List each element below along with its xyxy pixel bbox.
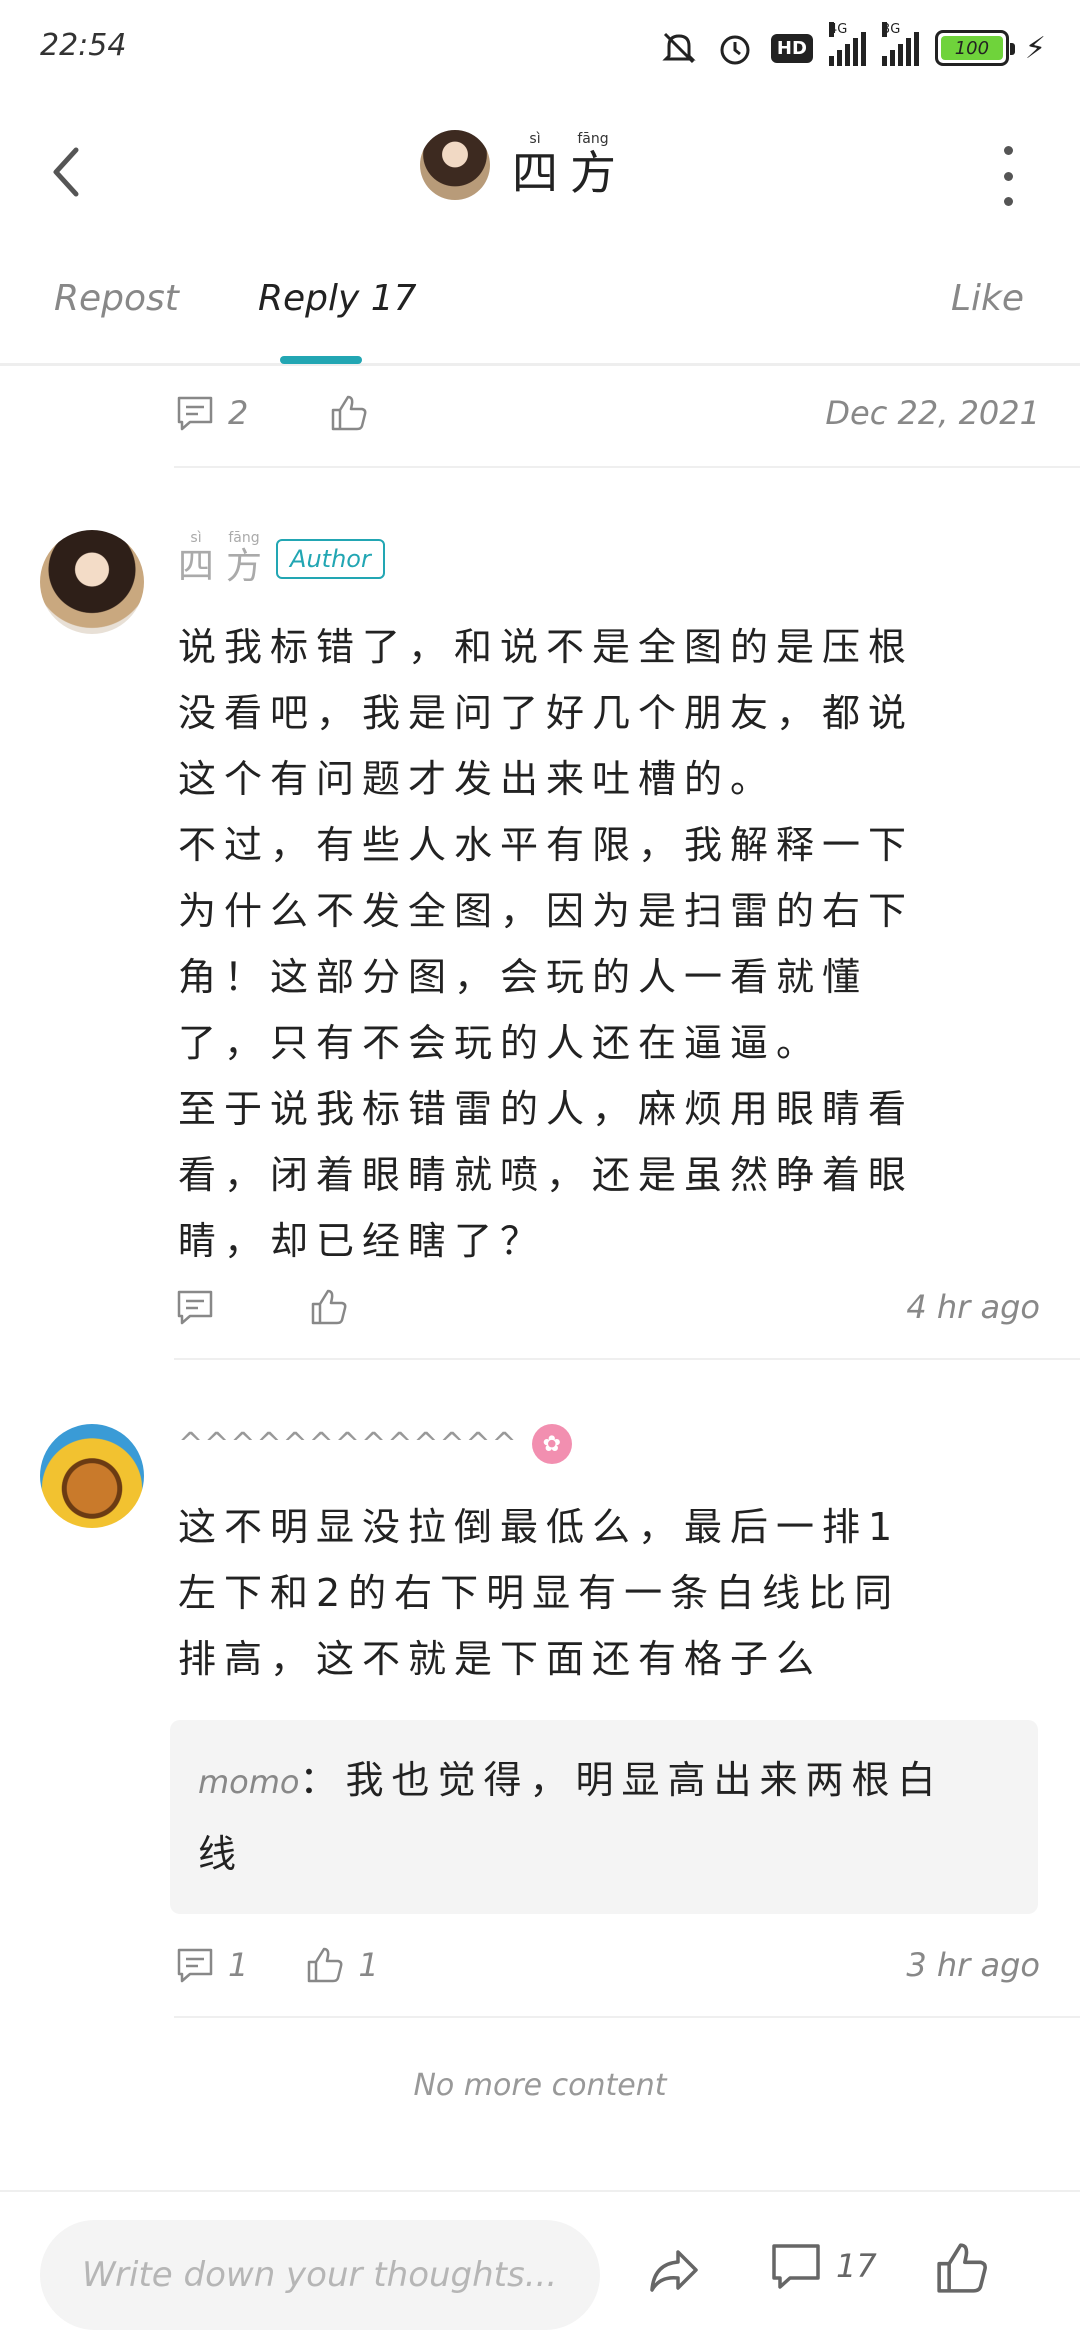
comment-line: 了，只有不会玩的人还在逼逼。	[178, 1021, 823, 1065]
hd-icon: HD	[770, 33, 813, 63]
comment-time: 3 hr ago	[906, 1946, 1040, 1984]
comment-author-line: ^^^^^^^^^^^^^ ✿	[178, 1424, 572, 1464]
comment-icon	[177, 1948, 213, 1983]
comment-action-row: 4 hr ago	[174, 1262, 1080, 1352]
tab-bar: Repost Reply 17 Like	[0, 246, 1080, 366]
comment-like-button[interactable]: 1	[304, 1944, 379, 1986]
back-button[interactable]	[36, 142, 96, 202]
more-options-button[interactable]	[996, 146, 1020, 206]
comment-like-count: 1	[358, 1946, 379, 1984]
user-level-icon: ✿	[531, 1424, 572, 1464]
no-more-content: No more content	[413, 2068, 667, 2103]
comment-line: 排高，这不就是下面还有格子么	[178, 1637, 823, 1681]
comment-line: 这不明显没拉倒最低么，最后一排1	[178, 1505, 901, 1549]
divider	[174, 2016, 1080, 2018]
comment-like-button[interactable]	[308, 1286, 362, 1328]
divider	[174, 1358, 1080, 1360]
comment-action-row: 1 1 3 hr ago	[174, 1920, 1080, 2010]
battery-icon: 100	[934, 30, 1015, 66]
title-text: sì 四 fāng 方	[512, 131, 616, 199]
post-action-row: 2 Dec 22, 2021	[174, 368, 1080, 458]
reply-user[interactable]: momo	[198, 1763, 300, 1801]
post-date: Dec 22, 2021	[825, 394, 1040, 432]
comment-time: 4 hr ago	[906, 1288, 1040, 1326]
avatar[interactable]	[40, 1424, 144, 1528]
reply-preview[interactable]: momo：我也觉得，明显高出来两根白 线	[170, 1720, 1038, 1914]
more-dot-icon	[1003, 146, 1013, 155]
more-dot-icon	[1003, 171, 1013, 181]
title-char: fāng 方	[570, 131, 616, 200]
reply-separator: ：	[299, 1758, 346, 1802]
reply-line: momo：我也觉得，明显高出来两根白	[198, 1744, 1010, 1818]
more-dot-icon	[1003, 197, 1013, 206]
status-bar: 22:54 HD 4G 3G 100 ⚡	[0, 0, 1080, 96]
thumbs-up-icon	[332, 395, 367, 431]
top-bar: sì 四 fāng 方	[0, 96, 1080, 246]
post-like-button[interactable]	[328, 392, 370, 434]
share-button[interactable]	[644, 2240, 704, 2300]
avatar[interactable]	[40, 530, 144, 634]
comment-icon	[177, 1290, 213, 1325]
post-comment-button[interactable]: 2	[174, 392, 248, 434]
bottom-comment-count: 17	[836, 2247, 877, 2285]
thumbs-up-icon	[308, 1947, 343, 1983]
comment-reply-button[interactable]: 1	[174, 1944, 248, 1986]
comment-line: 不过，有些人水平有限，我解释一下	[178, 823, 915, 867]
comment-icon	[772, 2244, 820, 2289]
author-badge: Author	[276, 539, 385, 579]
charging-icon: ⚡	[1024, 30, 1046, 66]
comment-body: 这不明显没拉倒最低么，最后一排1 左下和2的右下明显有一条白线比同 排高，这不就…	[178, 1494, 1028, 1692]
comment-author-line: sì 四 fāng 方 Author	[178, 530, 385, 588]
tab-reply[interactable]: Reply 17	[258, 278, 417, 319]
thumbs-up-icon	[311, 1289, 347, 1325]
comment-line: 为什么不发全图，因为是扫雷的右下	[178, 889, 915, 933]
title-avatar	[420, 130, 490, 200]
thumbs-up-icon	[937, 2243, 987, 2293]
comment-icon	[177, 396, 213, 431]
reply-text: 我也觉得，明显高出来两根白	[345, 1758, 944, 1802]
comment-line: 角！这部分图，会玩的人一看就懂	[178, 955, 869, 999]
comment-line: 左下和2的右下明显有一条白线比同	[178, 1571, 901, 1615]
reply-line: 线	[198, 1832, 245, 1876]
comment-line: 没看吧，我是问了好几个朋友，都说	[178, 691, 915, 735]
comment-line: 说我标错了，和说不是全图的是压根	[178, 625, 915, 669]
mute-bell-icon	[659, 24, 699, 72]
comment-reply-count: 1	[228, 1946, 249, 1984]
tab-repost[interactable]: Repost	[54, 278, 179, 319]
comment-author-name[interactable]: ^^^^^^^^^^^^^	[178, 1427, 518, 1462]
alarm-icon	[715, 24, 755, 72]
bottom-like-button[interactable]	[932, 2238, 992, 2298]
chevron-left-icon	[53, 147, 79, 197]
tab-like[interactable]: Like	[951, 278, 1024, 319]
title-char: sì 四	[512, 131, 558, 200]
bottom-bar: 17	[0, 2190, 1080, 2340]
comment-line: 看，闭着眼睛就喷，还是虽然睁着眼	[178, 1153, 915, 1197]
page-title[interactable]: sì 四 fāng 方	[420, 130, 616, 200]
comment-line: 至于说我标错雷的人，麻烦用眼睛看	[178, 1087, 915, 1131]
comment-body: 说我标错了，和说不是全图的是压根 没看吧，我是问了好几个朋友，都说 这个有问题才…	[178, 614, 1028, 1274]
signal-4g-icon: 4G	[828, 22, 866, 66]
status-time: 22:54	[40, 28, 127, 63]
signal-3g-icon: 3G	[881, 22, 919, 66]
bottom-comment-button[interactable]: 17	[768, 2238, 877, 2294]
tab-indicator	[280, 356, 362, 364]
comment-line: 这个有问题才发出来吐槽的。	[178, 757, 777, 801]
divider	[174, 466, 1080, 468]
comment-input[interactable]	[40, 2220, 600, 2330]
status-icons: HD 4G 3G 100 ⚡	[659, 22, 1046, 72]
comment-reply-button[interactable]	[174, 1286, 228, 1328]
post-comment-count: 2	[228, 394, 249, 432]
share-icon	[650, 2250, 698, 2292]
comment-author-name[interactable]: sì 四 fāng 方	[178, 530, 262, 588]
